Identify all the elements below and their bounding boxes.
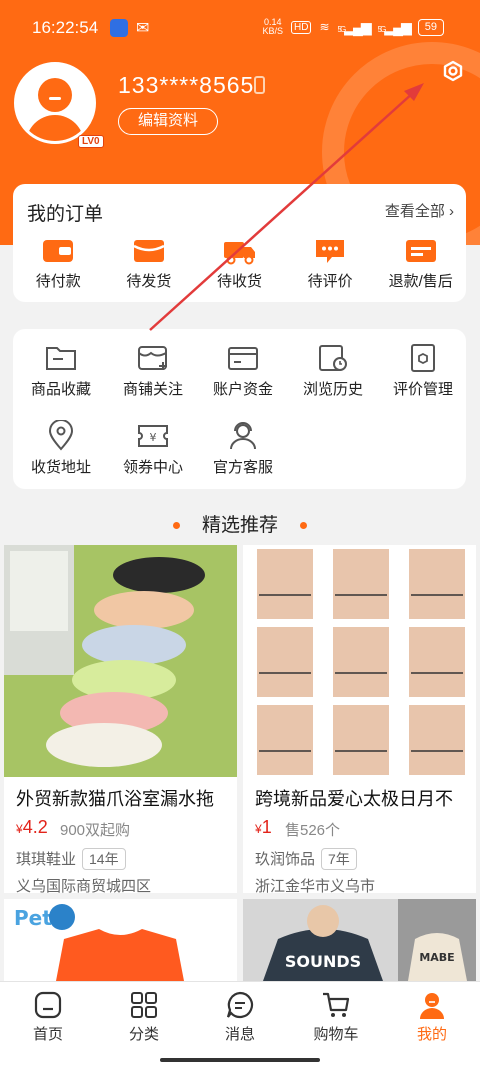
category-icon: [131, 992, 157, 1018]
cart-icon: [323, 992, 350, 1017]
tab-messages[interactable]: 消息: [192, 990, 288, 1044]
tab-cart[interactable]: 购物车: [288, 990, 384, 1044]
order-pending-payment[interactable]: 待付款: [13, 236, 104, 291]
status-time: 16:22:54: [32, 18, 99, 37]
coupon-icon: ¥: [138, 425, 168, 447]
product-price: ¥4.2: [16, 817, 48, 837]
product-title: 外贸新款猫爪浴室漏水拖: [16, 789, 214, 809]
tab-category[interactable]: 分类: [96, 990, 192, 1044]
product-price: ¥1: [255, 817, 272, 837]
tab-home[interactable]: 首页: [0, 990, 96, 1044]
product-location: 浙江金华市义乌市: [255, 878, 376, 893]
order-refund-aftersales[interactable]: 退款/售后: [375, 236, 466, 291]
shop-follow-icon: [138, 346, 167, 370]
folder-icon: [46, 347, 76, 370]
product-card[interactable]: 跨境新品爱心太极日月不 ¥1 售526个 玖润饰品 7年 浙江金华市义乌市: [243, 545, 476, 893]
edit-profile-button[interactable]: 编辑资料: [118, 108, 218, 135]
phone-icon: [254, 76, 265, 94]
orders-title: 我的订单: [27, 204, 104, 225]
tool-shop-follow[interactable]: 商铺关注: [107, 342, 199, 399]
battery-indicator: 59: [417, 18, 444, 36]
review-icon: [411, 344, 435, 372]
svg-text:¥: ¥: [150, 431, 157, 444]
svg-text:Pet: Pet: [14, 906, 52, 930]
comment-icon: [316, 240, 345, 263]
order-pending-review[interactable]: 待评价: [285, 236, 376, 291]
product-shop: 琪琪鞋业 14年: [16, 848, 126, 870]
location-icon: [48, 420, 74, 451]
tool-review-manage[interactable]: 评价管理: [377, 342, 469, 399]
refund-icon: [405, 240, 436, 262]
product-card[interactable]: SOUNDS MABE: [243, 899, 476, 981]
product-shop: 玖润饰品 7年: [255, 848, 357, 870]
tab-profile[interactable]: 我的: [384, 990, 480, 1044]
level-badge: LV0: [78, 135, 104, 148]
tool-favorites[interactable]: 商品收藏: [15, 342, 107, 399]
hd-icon: HD: [290, 20, 312, 34]
network-speed: 0.14 KB/S: [262, 17, 283, 36]
product-title: 跨境新品爱心太极日月不: [255, 789, 453, 809]
message-icon: [226, 991, 254, 1019]
avatar[interactable]: [14, 62, 96, 144]
signal-icon-2: 5G▂▄▆: [377, 18, 412, 35]
tools-card: 商品收藏 商铺关注 账户资金 浏览历史 评价管理 收货地址 ¥ 领券中心 官方客…: [13, 329, 466, 489]
card-icon: [228, 347, 258, 370]
home-icon: [34, 991, 62, 1019]
truck-icon: [224, 242, 256, 265]
product-card[interactable]: 外贸新款猫爪浴室漏水拖 ¥4.2 900双起购 琪琪鞋业 14年 义乌国际商贸城四…: [4, 545, 237, 893]
settings-icon[interactable]: [440, 58, 466, 84]
signal-icon: 5G▂▄▆: [337, 18, 372, 35]
tool-account-funds[interactable]: 账户资金: [197, 342, 289, 399]
tool-coupon-center[interactable]: ¥ 领券中心: [107, 420, 199, 477]
wifi-icon: ≋: [319, 20, 330, 34]
user-phone: 133****8565: [118, 72, 255, 98]
profile-icon: [420, 993, 444, 1019]
product-image-slippers: [4, 545, 237, 777]
order-pending-shipment[interactable]: 待发货: [104, 236, 195, 291]
product-location: 义乌国际商贸城四区: [16, 878, 152, 893]
tool-customer-service[interactable]: 官方客服: [197, 420, 289, 477]
recommend-title: 精选推荐: [0, 510, 480, 537]
svg-text:SOUNDS: SOUNDS: [285, 952, 361, 971]
product-image-bracelets: [243, 545, 476, 777]
app-notification-icon: [110, 19, 128, 37]
home-indicator[interactable]: [160, 1058, 320, 1062]
orders-card: 我的订单 查看全部 › 待付款 待发货 待收货 待评价 退款/售后: [13, 184, 466, 302]
history-icon: [319, 345, 347, 371]
wechat-icon: ✉: [136, 20, 150, 37]
package-icon: [133, 240, 165, 262]
product-card[interactable]: Pet: [4, 899, 237, 981]
view-all-orders-link[interactable]: 查看全部 ›: [385, 200, 454, 221]
product-sold: 售526个: [285, 822, 341, 839]
wallet-icon: [43, 240, 74, 262]
tool-browse-history[interactable]: 浏览历史: [287, 342, 379, 399]
status-bar: 16:22:54 ✉ 0.14 KB/S HD ≋ 5G▂▄▆ 5G▂▄▆ 59: [0, 0, 480, 56]
product-image-hoodie: SOUNDS MABE: [243, 899, 476, 981]
tool-address[interactable]: 收货地址: [15, 420, 107, 477]
svg-text:MABE: MABE: [419, 951, 454, 964]
product-sold: 900双起购: [60, 822, 131, 839]
order-pending-receipt[interactable]: 待收货: [194, 236, 285, 291]
product-image-tshirt: Pet: [4, 899, 237, 981]
service-icon: [230, 422, 256, 450]
